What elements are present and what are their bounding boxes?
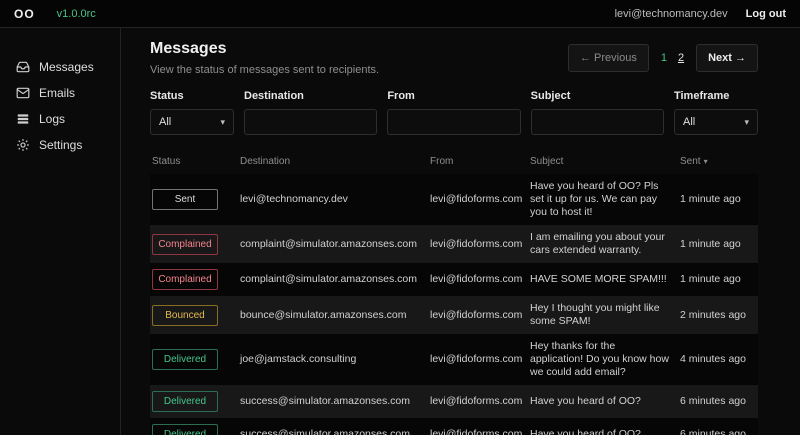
filter-bar: Status All ▾ Destination From Subject Ti… (150, 90, 758, 135)
from-cell: levi@fidoforms.com (430, 309, 530, 322)
destination-cell: success@simulator.amazonses.com (240, 428, 430, 435)
column-header-from[interactable]: From (430, 156, 530, 167)
status-badge: Delivered (152, 349, 218, 370)
status-filter-select[interactable]: All ▾ (150, 109, 234, 135)
gear-icon (16, 138, 30, 152)
sidebar-item-label: Messages (39, 60, 94, 74)
sent-cell: 2 minutes ago (680, 309, 756, 322)
subject-cell: Have you heard of OO? (530, 395, 680, 408)
table-row[interactable]: Complained complaint@simulator.amazonses… (150, 225, 758, 263)
column-header-subject[interactable]: Subject (530, 156, 680, 167)
page-number-2[interactable]: 2 (678, 52, 684, 64)
logout-button[interactable]: Log out (746, 8, 786, 20)
table-row[interactable]: Delivered joe@jamstack.consulting levi@f… (150, 334, 758, 385)
table-row[interactable]: Sent levi@technomancy.dev levi@fidoforms… (150, 174, 758, 225)
status-filter-label: Status (150, 90, 234, 102)
subject-cell: Hey I thought you might like some SPAM! (530, 302, 680, 328)
destination-cell: joe@jamstack.consulting (240, 353, 430, 366)
from-cell: levi@fidoforms.com (430, 193, 530, 206)
status-badge: Delivered (152, 424, 218, 435)
previous-page-button[interactable]: ← Previous (568, 44, 649, 72)
sidebar-item-label: Settings (39, 138, 82, 152)
sidebar-item-logs[interactable]: Logs (0, 106, 120, 132)
sent-cell: 6 minutes ago (680, 395, 756, 408)
envelope-icon (16, 86, 30, 100)
subject-cell: I am emailing you about your cars extend… (530, 231, 680, 257)
status-badge: Complained (152, 269, 218, 290)
status-badge: Bounced (152, 305, 218, 326)
table-row[interactable]: Delivered success@simulator.amazonses.co… (150, 418, 758, 435)
sort-indicator-icon: ▾ (704, 157, 708, 166)
destination-cell: complaint@simulator.amazonses.com (240, 273, 430, 286)
table-row[interactable]: Complained complaint@simulator.amazonses… (150, 263, 758, 296)
destination-cell: complaint@simulator.amazonses.com (240, 238, 430, 251)
from-cell: levi@fidoforms.com (430, 395, 530, 408)
subject-filter-input[interactable] (531, 109, 664, 135)
sidebar-item-settings[interactable]: Settings (0, 132, 120, 158)
table-row[interactable]: Delivered success@simulator.amazonses.co… (150, 385, 758, 418)
from-cell: levi@fidoforms.com (430, 273, 530, 286)
sent-cell: 1 minute ago (680, 238, 756, 251)
sidebar-item-emails[interactable]: Emails (0, 80, 120, 106)
destination-cell: bounce@simulator.amazonses.com (240, 309, 430, 322)
page-subtitle: View the status of messages sent to reci… (150, 64, 379, 76)
status-filter-value: All (159, 116, 171, 128)
destination-cell: success@simulator.amazonses.com (240, 395, 430, 408)
status-badge: Sent (152, 189, 218, 210)
next-page-button[interactable]: Next → (696, 44, 758, 72)
table-row[interactable]: Bounced bounce@simulator.amazonses.com l… (150, 296, 758, 334)
page-title: Messages (150, 40, 379, 58)
from-cell: levi@fidoforms.com (430, 428, 530, 435)
topbar: OO v1.0.0rc levi@technomancy.dev Log out (0, 0, 800, 28)
status-badge: Complained (152, 234, 218, 255)
subject-cell: HAVE SOME MORE SPAM!!! (530, 273, 680, 286)
timeframe-filter-label: Timeframe (674, 90, 758, 102)
messages-table: Status Destination From Subject Sent▾ Se… (150, 151, 758, 435)
app-logo: OO (14, 7, 35, 21)
sent-cell: 6 minutes ago (680, 428, 756, 435)
subject-filter-label: Subject (531, 90, 664, 102)
version-label: v1.0.0rc (57, 8, 96, 20)
chevron-down-icon: ▾ (220, 117, 225, 128)
sidebar-item-label: Logs (39, 112, 65, 126)
subject-cell: Have you heard of OO? Pls set it up for … (530, 180, 680, 219)
from-cell: levi@fidoforms.com (430, 353, 530, 366)
column-header-destination[interactable]: Destination (240, 156, 430, 167)
sent-cell: 4 minutes ago (680, 353, 756, 366)
table-body: Sent levi@technomancy.dev levi@fidoforms… (150, 174, 758, 435)
user-email: levi@technomancy.dev (615, 8, 728, 20)
inbox-icon (16, 60, 30, 74)
from-cell: levi@fidoforms.com (430, 238, 530, 251)
timeframe-filter-select[interactable]: All ▾ (674, 109, 758, 135)
column-header-status[interactable]: Status (152, 156, 240, 167)
destination-filter-input[interactable] (244, 109, 377, 135)
destination-filter-label: Destination (244, 90, 377, 102)
timeframe-filter-value: All (683, 116, 695, 128)
sidebar-item-label: Emails (39, 86, 75, 100)
sidebar-item-messages[interactable]: Messages (0, 54, 120, 80)
sidebar: Messages Emails Logs Settings (0, 28, 121, 435)
chevron-down-icon: ▾ (744, 117, 749, 128)
column-header-sent[interactable]: Sent▾ (680, 156, 756, 167)
sent-cell: 1 minute ago (680, 273, 756, 286)
sent-cell: 1 minute ago (680, 193, 756, 206)
logs-icon (16, 112, 30, 126)
destination-cell: levi@technomancy.dev (240, 193, 430, 206)
main-content: Messages View the status of messages sen… (121, 28, 800, 435)
from-filter-input[interactable] (387, 109, 520, 135)
subject-cell: Have you heard of OO? (530, 428, 680, 435)
pagination: ← Previous 1 2 Next → (568, 44, 758, 72)
status-badge: Delivered (152, 391, 218, 412)
page-number-1[interactable]: 1 (661, 52, 667, 64)
table-header: Status Destination From Subject Sent▾ (150, 151, 758, 174)
from-filter-label: From (387, 90, 520, 102)
subject-cell: Hey thanks for the application! Do you k… (530, 340, 680, 379)
